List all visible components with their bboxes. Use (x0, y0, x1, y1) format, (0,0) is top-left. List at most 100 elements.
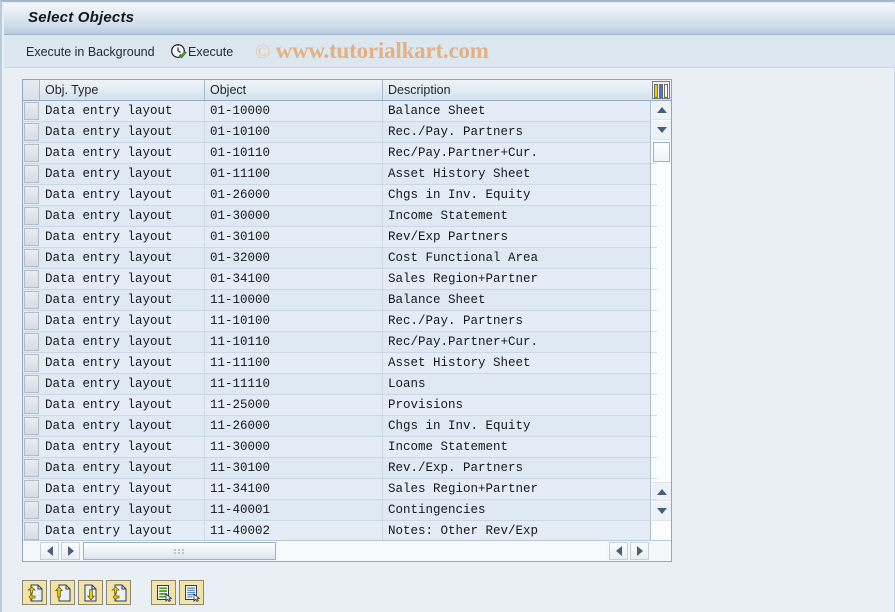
cell-object[interactable]: 11-10100 (205, 311, 383, 331)
cell-object[interactable]: 01-34100 (205, 269, 383, 289)
cell-description[interactable]: Income Statement (383, 206, 650, 226)
row-select-button[interactable] (24, 102, 39, 120)
cell-obj-type[interactable]: Data entry layout (40, 122, 205, 142)
row-select-button[interactable] (24, 270, 39, 288)
document-import-yellow-icon-button[interactable] (22, 580, 47, 605)
cell-obj-type[interactable]: Data entry layout (40, 458, 205, 478)
horizontal-scrollbar[interactable] (23, 540, 671, 561)
table-row[interactable]: Data entry layout 11-30000 Income Statemen… (23, 437, 650, 458)
cell-object[interactable]: 01-30000 (205, 206, 383, 226)
list-select-green-icon-button[interactable] (151, 580, 176, 605)
row-select-button[interactable] (24, 480, 39, 498)
row-select-button[interactable] (24, 228, 39, 246)
row-select-button[interactable] (24, 417, 39, 435)
cell-description[interactable]: Sales Region+Partner (383, 479, 650, 499)
grid-select-all-corner[interactable] (23, 80, 40, 100)
cell-description[interactable]: Cost Functional Area (383, 248, 650, 268)
cell-object[interactable]: 01-30100 (205, 227, 383, 247)
cell-object[interactable]: 01-26000 (205, 185, 383, 205)
cell-description[interactable]: Notes: Other Rev/Exp (383, 521, 650, 541)
execute-button[interactable]: Execute (170, 41, 233, 62)
row-select-button[interactable] (24, 333, 39, 351)
cell-obj-type[interactable]: Data entry layout (40, 164, 205, 184)
row-select-button[interactable] (24, 354, 39, 372)
cell-object[interactable]: 11-30100 (205, 458, 383, 478)
cell-description[interactable]: Sales Region+Partner (383, 269, 650, 289)
row-select-button[interactable] (24, 522, 39, 540)
column-config-icon[interactable] (652, 81, 670, 99)
cell-obj-type[interactable]: Data entry layout (40, 143, 205, 163)
horizontal-scroll-track[interactable] (277, 542, 607, 560)
cell-obj-type[interactable]: Data entry layout (40, 227, 205, 247)
document-upload-yellow-icon-button[interactable] (50, 580, 75, 605)
scroll-left-button[interactable] (40, 542, 59, 560)
column-header-object[interactable]: Object (205, 80, 383, 100)
cell-obj-type[interactable]: Data entry layout (40, 521, 205, 541)
row-select-button[interactable] (24, 459, 39, 477)
cell-description[interactable]: Loans (383, 374, 650, 394)
cell-obj-type[interactable]: Data entry layout (40, 353, 205, 373)
column-header-obj-type[interactable]: Obj. Type (40, 80, 205, 100)
document-select-blue-icon-button[interactable] (179, 580, 204, 605)
cell-obj-type[interactable]: Data entry layout (40, 332, 205, 352)
table-row[interactable]: Data entry layout 11-10100 Rec./Pay. Partn… (23, 311, 650, 332)
cell-description[interactable]: Balance Sheet (383, 290, 650, 310)
cell-obj-type[interactable]: Data entry layout (40, 290, 205, 310)
table-row[interactable]: Data entry layout 11-25000 Provisions (23, 395, 650, 416)
cell-object[interactable]: 11-11100 (205, 353, 383, 373)
cell-obj-type[interactable]: Data entry layout (40, 101, 205, 121)
cell-description[interactable]: Rec./Pay. Partners (383, 122, 650, 142)
cell-description[interactable]: Rev./Exp. Partners (383, 458, 650, 478)
scroll-right-button[interactable] (61, 542, 80, 560)
cell-object[interactable]: 11-30000 (205, 437, 383, 457)
column-header-description[interactable]: Description (383, 80, 661, 100)
scroll-down-button[interactable] (652, 121, 671, 140)
cell-object[interactable]: 11-10000 (205, 290, 383, 310)
cell-obj-type[interactable]: Data entry layout (40, 269, 205, 289)
cell-description[interactable]: Rec./Pay. Partners (383, 311, 650, 331)
table-row[interactable]: Data entry layout 01-30000 Income Statemen… (23, 206, 650, 227)
table-row[interactable]: Data entry layout 11-40002 Notes: Other Re… (23, 521, 650, 541)
cell-description[interactable]: Balance Sheet (383, 101, 650, 121)
scroll-up-button[interactable] (652, 101, 671, 120)
row-select-button[interactable] (24, 312, 39, 330)
cell-object[interactable]: 11-34100 (205, 479, 383, 499)
horizontal-scroll-thumb[interactable] (83, 542, 276, 560)
cell-object[interactable]: 11-40001 (205, 500, 383, 520)
cell-obj-type[interactable]: Data entry layout (40, 248, 205, 268)
table-row[interactable]: Data entry layout 11-11110 Loans (23, 374, 650, 395)
table-row[interactable]: Data entry layout 11-11100 Asset History S… (23, 353, 650, 374)
cell-description[interactable]: Chgs in Inv. Equity (383, 185, 650, 205)
cell-object[interactable]: 11-26000 (205, 416, 383, 436)
row-select-button[interactable] (24, 249, 39, 267)
vertical-scroll-thumb[interactable] (653, 142, 670, 162)
table-row[interactable]: Data entry layout 01-10000 Balance Sheet (23, 101, 650, 122)
cell-obj-type[interactable]: Data entry layout (40, 479, 205, 499)
cell-object[interactable]: 01-10100 (205, 122, 383, 142)
table-row[interactable]: Data entry layout 11-10110 Rec/Pay.Partner… (23, 332, 650, 353)
cell-description[interactable]: Rec/Pay.Partner+Cur. (383, 143, 650, 163)
row-select-button[interactable] (24, 396, 39, 414)
cell-object[interactable]: 01-10110 (205, 143, 383, 163)
cell-description[interactable]: Asset History Sheet (383, 353, 650, 373)
cell-obj-type[interactable]: Data entry layout (40, 500, 205, 520)
table-row[interactable]: Data entry layout 01-10100 Rec./Pay. Partn… (23, 122, 650, 143)
cell-description[interactable]: Provisions (383, 395, 650, 415)
execute-in-background-button[interactable]: Execute in Background (26, 41, 155, 62)
scroll-left-button-2[interactable] (609, 542, 628, 560)
cell-description[interactable]: Contingencies (383, 500, 650, 520)
row-select-button[interactable] (24, 291, 39, 309)
cell-object[interactable]: 01-32000 (205, 248, 383, 268)
row-select-button[interactable] (24, 144, 39, 162)
document-download-yellow-icon-button[interactable] (78, 580, 103, 605)
table-row[interactable]: Data entry layout 01-10110 Rec/Pay.Partner… (23, 143, 650, 164)
row-select-button[interactable] (24, 438, 39, 456)
row-select-button[interactable] (24, 165, 39, 183)
cell-object[interactable]: 11-40002 (205, 521, 383, 541)
row-select-button[interactable] (24, 207, 39, 225)
cell-description[interactable]: Rec/Pay.Partner+Cur. (383, 332, 650, 352)
cell-description[interactable]: Rev/Exp Partners (383, 227, 650, 247)
row-select-button[interactable] (24, 375, 39, 393)
cell-obj-type[interactable]: Data entry layout (40, 374, 205, 394)
vertical-scrollbar[interactable] (650, 101, 671, 541)
